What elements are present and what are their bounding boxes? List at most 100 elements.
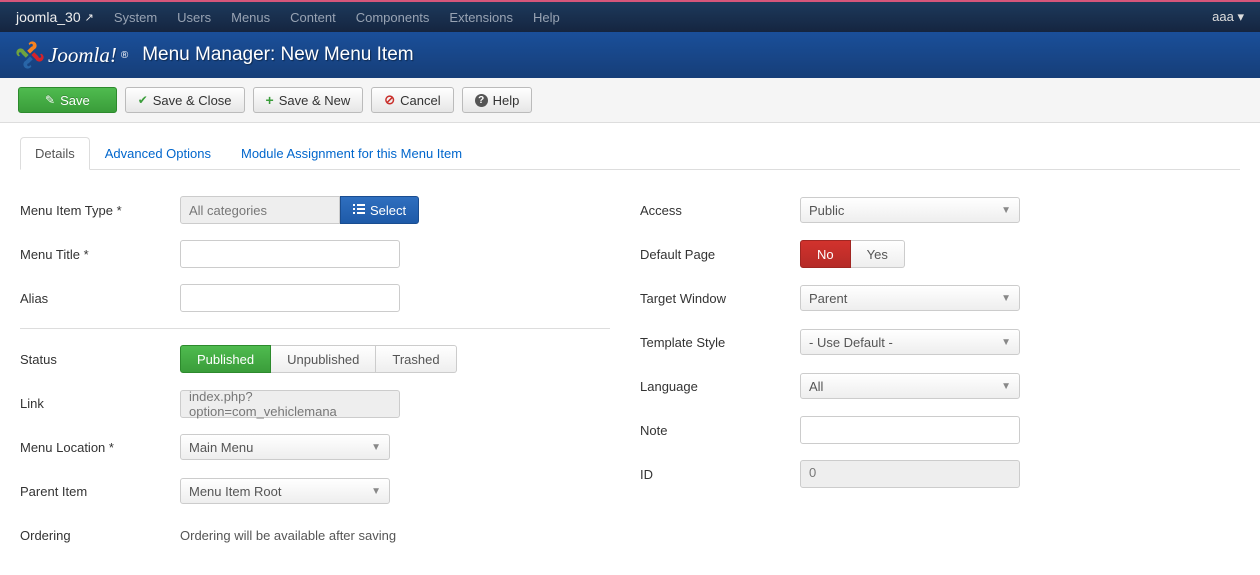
label-parent-item: Parent Item xyxy=(20,484,180,499)
save-new-label: Save & New xyxy=(279,93,351,108)
chevron-down-icon: ▼ xyxy=(1001,381,1011,392)
list-icon xyxy=(353,203,365,218)
row-menu-item-type: Menu Item Type * All categories Select xyxy=(20,188,620,232)
apply-icon: ✎ xyxy=(45,93,55,107)
cancel-icon: ⊘ xyxy=(384,92,395,108)
menu-system[interactable]: System xyxy=(114,10,157,25)
help-button[interactable]: ? Help xyxy=(462,87,533,113)
site-name-text: joomla_30 xyxy=(16,9,81,25)
save-label: Save xyxy=(60,93,90,108)
divider xyxy=(20,328,610,329)
language-select[interactable]: All ▼ xyxy=(800,373,1020,399)
label-language: Language xyxy=(640,379,800,394)
menu-help[interactable]: Help xyxy=(533,10,560,25)
menu-content[interactable]: Content xyxy=(290,10,336,25)
tab-advanced[interactable]: Advanced Options xyxy=(90,137,226,170)
admin-menu: System Users Menus Content Components Ex… xyxy=(114,10,560,25)
row-status: Status Published Unpublished Trashed xyxy=(20,337,620,381)
tab-details[interactable]: Details xyxy=(20,137,90,170)
joomla-logo: Joomla! ® xyxy=(16,41,128,69)
ordering-note: Ordering will be available after saving xyxy=(180,528,396,543)
note-input[interactable] xyxy=(800,416,1020,444)
row-access: Access Public ▼ xyxy=(640,188,1240,232)
status-unpublished[interactable]: Unpublished xyxy=(271,345,376,373)
joomla-logo-text: Joomla! xyxy=(48,43,117,68)
row-link: Link index.php?option=com_vehiclemana xyxy=(20,381,620,425)
row-template-style: Template Style - Use Default - ▼ xyxy=(640,320,1240,364)
status-trashed[interactable]: Trashed xyxy=(376,345,456,373)
user-menu[interactable]: aaa ▾ xyxy=(1212,9,1244,25)
chevron-down-icon: ▼ xyxy=(1001,205,1011,216)
menu-item-type-group: All categories Select xyxy=(180,196,620,224)
template-style-select[interactable]: - Use Default - ▼ xyxy=(800,329,1020,355)
label-menu-title: Menu Title * xyxy=(20,247,180,262)
row-default-page: Default Page No Yes xyxy=(640,232,1240,276)
plus-icon: + xyxy=(266,92,274,108)
save-new-button[interactable]: + Save & New xyxy=(253,87,364,113)
status-published[interactable]: Published xyxy=(180,345,271,373)
access-value: Public xyxy=(809,203,844,218)
menu-item-type-value: All categories xyxy=(180,196,340,224)
menu-components[interactable]: Components xyxy=(356,10,430,25)
label-default-page: Default Page xyxy=(640,247,800,262)
label-status: Status xyxy=(20,352,180,367)
row-parent-item: Parent Item Menu Item Root ▼ xyxy=(20,469,620,513)
row-id: ID 0 xyxy=(640,452,1240,496)
parent-item-value: Menu Item Root xyxy=(189,484,282,499)
row-language: Language All ▼ xyxy=(640,364,1240,408)
row-note: Note xyxy=(640,408,1240,452)
save-button[interactable]: ✎ Save xyxy=(18,87,117,113)
label-ordering: Ordering xyxy=(20,528,180,543)
site-name[interactable]: joomla_30 ↗ xyxy=(16,9,94,25)
page-title: Menu Manager: New Menu Item xyxy=(142,44,413,66)
template-style-value: - Use Default - xyxy=(809,335,893,350)
label-id: ID xyxy=(640,467,800,482)
menu-extensions[interactable]: Extensions xyxy=(449,10,513,25)
tab-module-assignment[interactable]: Module Assignment for this Menu Item xyxy=(226,137,477,170)
cancel-label: Cancel xyxy=(400,93,440,108)
status-btn-group: Published Unpublished Trashed xyxy=(180,345,457,373)
menu-users[interactable]: Users xyxy=(177,10,211,25)
alias-input[interactable] xyxy=(180,284,400,312)
form-area: Menu Item Type * All categories Select M… xyxy=(0,170,1260,575)
language-value: All xyxy=(809,379,823,394)
menu-title-input[interactable] xyxy=(180,240,400,268)
question-icon: ? xyxy=(475,94,488,107)
select-type-button[interactable]: Select xyxy=(340,196,419,224)
label-alias: Alias xyxy=(20,291,180,306)
row-alias: Alias xyxy=(20,276,620,320)
default-page-yes[interactable]: Yes xyxy=(851,240,905,268)
menu-menus[interactable]: Menus xyxy=(231,10,270,25)
row-menu-title: Menu Title * xyxy=(20,232,620,276)
target-window-value: Parent xyxy=(809,291,847,306)
parent-item-select[interactable]: Menu Item Root ▼ xyxy=(180,478,390,504)
label-access: Access xyxy=(640,203,800,218)
id-value: 0 xyxy=(800,460,1020,488)
label-link: Link xyxy=(20,396,180,411)
access-select[interactable]: Public ▼ xyxy=(800,197,1020,223)
default-page-no[interactable]: No xyxy=(800,240,851,268)
page-header: Joomla! ® Menu Manager: New Menu Item xyxy=(0,32,1260,78)
joomla-logo-icon xyxy=(16,41,44,69)
select-btn-label: Select xyxy=(370,203,406,218)
action-toolbar: ✎ Save ✔ Save & Close + Save & New ⊘ Can… xyxy=(0,78,1260,123)
menu-location-select[interactable]: Main Menu ▼ xyxy=(180,434,390,460)
check-icon: ✔ xyxy=(138,93,148,107)
link-value: index.php?option=com_vehiclemana xyxy=(180,390,400,418)
help-label: Help xyxy=(493,93,520,108)
row-ordering: Ordering Ordering will be available afte… xyxy=(20,513,620,557)
cancel-button[interactable]: ⊘ Cancel xyxy=(371,87,453,113)
external-link-icon: ↗ xyxy=(85,11,94,24)
left-column: Menu Item Type * All categories Select M… xyxy=(20,188,620,557)
chevron-down-icon: ▼ xyxy=(371,442,381,453)
target-window-select[interactable]: Parent ▼ xyxy=(800,285,1020,311)
label-menu-item-type: Menu Item Type * xyxy=(20,203,180,218)
label-note: Note xyxy=(640,423,800,438)
chevron-down-icon: ▼ xyxy=(371,486,381,497)
label-template-style: Template Style xyxy=(640,335,800,350)
label-menu-location: Menu Location * xyxy=(20,440,180,455)
save-close-button[interactable]: ✔ Save & Close xyxy=(125,87,245,113)
chevron-down-icon: ▼ xyxy=(1001,337,1011,348)
row-menu-location: Menu Location * Main Menu ▼ xyxy=(20,425,620,469)
caret-down-icon: ▾ xyxy=(1237,9,1244,24)
